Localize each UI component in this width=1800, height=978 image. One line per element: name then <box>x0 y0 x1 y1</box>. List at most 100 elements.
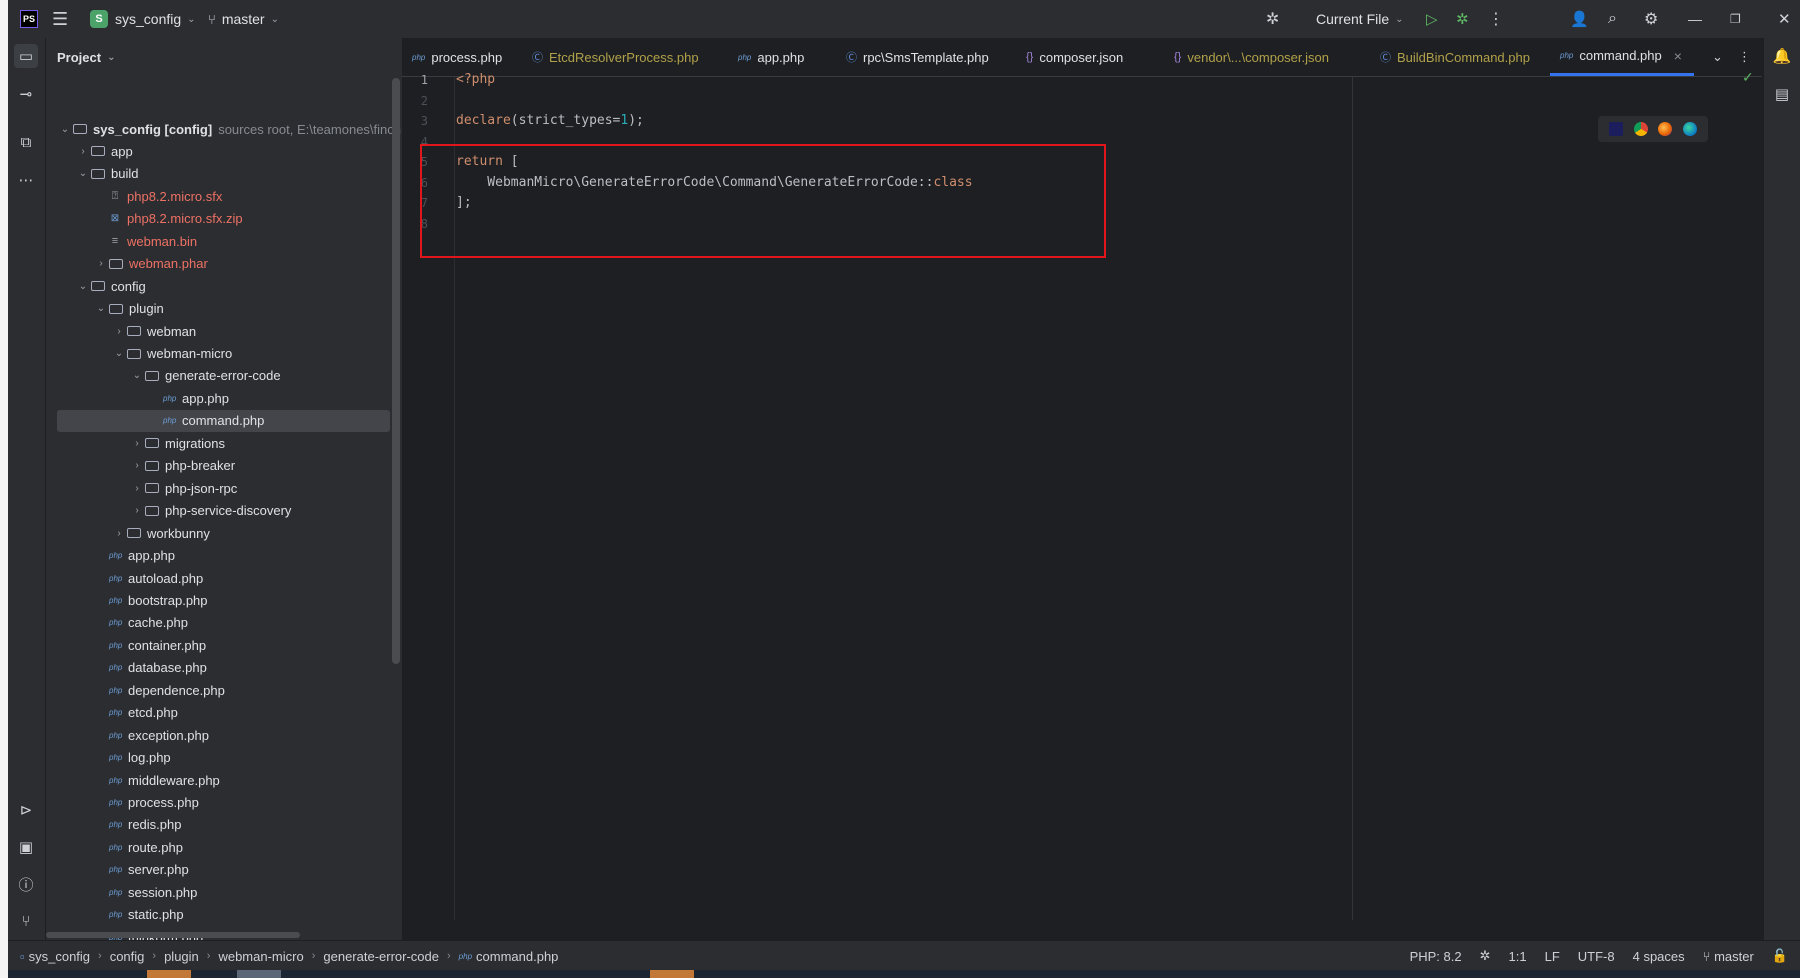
close-window-button[interactable]: ✕ <box>1778 0 1791 38</box>
tree-file-item[interactable]: php static.php <box>46 904 402 926</box>
app-logo[interactable]: PS <box>20 0 38 38</box>
tree-file-item[interactable]: php bootstrap.php <box>46 589 402 611</box>
breadcrumb-item[interactable]: generate-error-code <box>323 949 439 964</box>
terminal-tool-button[interactable]: ▣ <box>14 835 38 859</box>
tree-file-item[interactable]: php process.php <box>46 792 402 814</box>
editor-tab[interactable]: Ⓒrpc\SmsTemplate.php <box>846 38 989 76</box>
file-encoding[interactable]: UTF-8 <box>1578 949 1615 964</box>
tree-file-item[interactable]: php autoload.php <box>46 567 402 589</box>
tree-folder-item[interactable]: › migrations <box>46 432 402 454</box>
services-tool-button[interactable]: ⊳ <box>14 798 38 822</box>
database-tool-button[interactable]: ▤ <box>1770 82 1794 106</box>
commit-tool-button[interactable]: ⊸ <box>14 82 38 106</box>
code-with-me-button[interactable]: 👤 <box>1570 0 1589 38</box>
debug-status-button[interactable]: ✲ <box>1266 0 1279 38</box>
chevron-right-icon[interactable]: › <box>129 438 145 449</box>
tree-folder-item[interactable]: ⌄ build <box>46 163 402 185</box>
chevron-down-icon[interactable]: ⌄ <box>93 303 109 314</box>
git-tool-button[interactable]: ⑂ <box>14 909 38 933</box>
tree-file-item[interactable]: php exception.php <box>46 724 402 746</box>
project-tool-button[interactable]: ▭ <box>14 44 38 68</box>
tree-folder-item[interactable]: › webman <box>46 320 402 342</box>
close-tab-icon[interactable]: × <box>1674 48 1682 64</box>
tree-file-item[interactable]: php container.php <box>46 634 402 656</box>
tree-folder-item[interactable]: › php-service-discovery <box>46 500 402 522</box>
tree-file-item[interactable]: php server.php <box>46 859 402 881</box>
caret-position[interactable]: 1:1 <box>1509 949 1527 964</box>
breadcrumb-item[interactable]: config <box>110 949 145 964</box>
tree-folder-item[interactable]: ⌄ config <box>46 275 402 297</box>
code-line[interactable]: <?php <box>456 70 495 90</box>
read-only-lock-icon[interactable]: 🔓 <box>1772 948 1788 964</box>
chevron-down-icon[interactable]: ⌄ <box>75 168 91 179</box>
tree-file-item[interactable]: php dependence.php <box>46 679 402 701</box>
tree-file-item[interactable]: php cache.php <box>46 612 402 634</box>
project-tree-horizontal-scrollbar[interactable] <box>46 932 300 938</box>
tree-folder-item[interactable]: ⌄ plugin <box>46 298 402 320</box>
tree-file-item[interactable]: php etcd.php <box>46 702 402 724</box>
tree-file-item[interactable]: php middleware.php <box>46 769 402 791</box>
chevron-right-icon[interactable]: › <box>129 460 145 471</box>
tree-file-item[interactable]: php session.php <box>46 881 402 903</box>
breadcrumb-item[interactable]: webman-micro <box>218 949 303 964</box>
code-line[interactable]: declare(strict_types=1); <box>456 111 644 131</box>
chevron-right-icon[interactable]: › <box>129 483 145 494</box>
settings-button[interactable]: ⚙ <box>1644 0 1658 38</box>
project-tree-scrollbar[interactable] <box>392 78 400 664</box>
tree-file-item[interactable]: php log.php <box>46 747 402 769</box>
chevron-right-icon[interactable]: › <box>93 258 109 269</box>
tree-folder-item[interactable]: ⌄ generate-error-code <box>46 365 402 387</box>
tree-folder-item[interactable]: › php-breaker <box>46 455 402 477</box>
tree-file-item[interactable]: php database.php <box>46 657 402 679</box>
taskbar-app-indicator[interactable] <box>237 970 281 978</box>
editor-tab[interactable]: {} vendor\...\composer.json <box>1174 38 1329 76</box>
project-switcher[interactable]: S sys_config ⌄ <box>90 0 196 38</box>
branch-switcher[interactable]: ⑂ master ⌄ <box>208 0 279 38</box>
breadcrumb-item[interactable]: plugin <box>164 949 199 964</box>
run-button[interactable]: ▷ <box>1426 0 1438 38</box>
php-version-widget[interactable]: PHP: 8.2 <box>1410 949 1462 964</box>
run-config-selector[interactable]: Current File ⌄ <box>1316 0 1404 38</box>
chevron-down-icon[interactable]: ⌄ <box>75 281 91 292</box>
restore-button[interactable]: ❐ <box>1730 0 1741 38</box>
tree-file-item[interactable]: php app.php <box>46 387 402 409</box>
phpstorm-preview-icon[interactable] <box>1609 122 1624 136</box>
chevron-down-icon[interactable]: ⌄ <box>111 348 127 359</box>
edge-icon[interactable] <box>1682 122 1697 136</box>
code-editor[interactable]: 12345678 <?php declare(strict_types=1); re… <box>402 69 1762 920</box>
editor-tab[interactable]: php app.php <box>738 38 804 76</box>
tree-folder-item[interactable]: › workbunny <box>46 522 402 544</box>
problems-tool-button[interactable]: ⓘ <box>14 872 38 896</box>
tree-folder-item[interactable]: › webman.phar <box>46 253 402 275</box>
editor-tab[interactable]: Ⓒ EtcdResolverProcess.php <box>532 38 699 76</box>
notifications-button[interactable]: 🔔 <box>1770 44 1794 68</box>
chevron-right-icon[interactable]: › <box>129 505 145 516</box>
minimize-button[interactable]: — <box>1688 0 1702 38</box>
debug-button[interactable]: ✲ <box>1456 0 1469 38</box>
chevron-right-icon[interactable]: › <box>111 528 127 539</box>
taskbar-app-indicator[interactable] <box>147 970 191 978</box>
firefox-icon[interactable] <box>1658 122 1673 136</box>
editor-tab[interactable]: Ⓒ BuildBinCommand.php <box>1380 38 1530 76</box>
more-tools-button[interactable]: ⋯ <box>14 168 38 192</box>
taskbar-app-indicator[interactable] <box>650 970 694 978</box>
editor-tab[interactable]: php command.php × <box>1550 38 1694 76</box>
editor-tab[interactable]: {} composer.json <box>1026 38 1123 76</box>
project-panel-header[interactable]: Project ⌄ <box>57 38 115 76</box>
chrome-icon[interactable] <box>1633 122 1648 136</box>
breadcrumb-item[interactable]: command.php <box>476 949 558 964</box>
tree-folder-item[interactable]: › php-json-rpc <box>46 477 402 499</box>
main-menu-button[interactable]: ☰ <box>52 0 68 38</box>
tree-file-item[interactable]: ≡ webman.bin <box>46 230 402 252</box>
tab-list-dropdown-icon[interactable]: ⌄ <box>1712 38 1723 76</box>
structure-tool-button[interactable]: ⧉ <box>14 130 38 154</box>
tree-file-item[interactable]: php app.php <box>46 545 402 567</box>
chevron-down-icon[interactable]: ⌄ <box>129 370 145 381</box>
tree-file-item[interactable]: php redis.php <box>46 814 402 836</box>
inspection-ok-check-icon[interactable]: ✓ <box>1742 69 1754 86</box>
chevron-right-icon[interactable]: › <box>75 146 91 157</box>
tree-folder-item[interactable]: › app <box>46 140 402 162</box>
chevron-right-icon[interactable]: › <box>111 326 127 337</box>
more-actions-button[interactable]: ⋮ <box>1488 0 1504 38</box>
tree-file-item[interactable]: php route.php <box>46 836 402 858</box>
